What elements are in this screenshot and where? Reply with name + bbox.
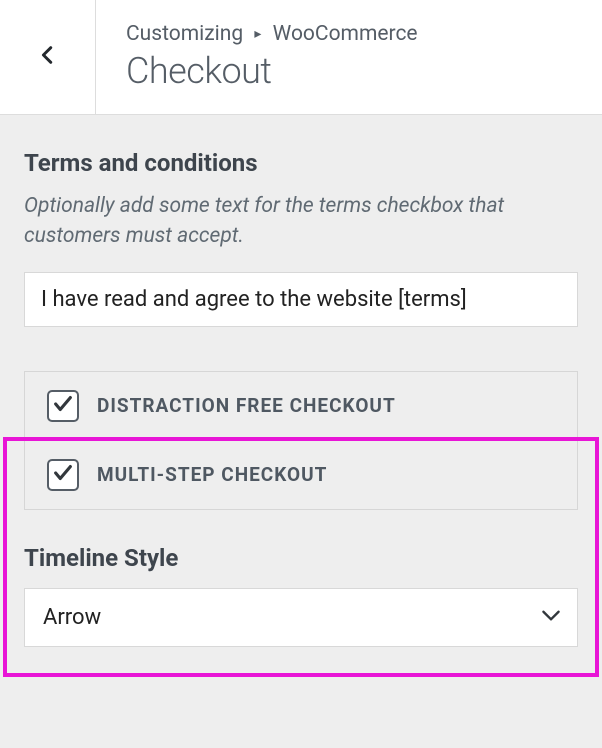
breadcrumb: Customizing ▸ WooCommerce [126,22,418,46]
breadcrumb-prefix: Customizing [126,22,243,46]
multi-step-checkbox[interactable] [47,459,79,491]
check-icon [52,393,74,419]
multi-step-label: MULTI-STEP CHECKOUT [97,463,327,486]
breadcrumb-section: WooCommerce [273,22,418,46]
timeline-style-select[interactable]: Arrow [24,588,578,647]
back-button[interactable] [0,0,96,114]
customizer-content: Terms and conditions Optionally add some… [0,115,602,677]
customizer-header: Customizing ▸ WooCommerce Checkout [0,0,602,115]
timeline-style-select-wrap: Arrow [24,588,578,647]
distraction-free-label: DISTRACTION FREE CHECKOUT [97,394,396,417]
checkout-options-group: DISTRACTION FREE CHECKOUT [24,371,578,441]
timeline-style-label: Timeline Style [24,544,578,572]
multi-step-checkout-option[interactable]: MULTI-STEP CHECKOUT [25,441,577,509]
header-text: Customizing ▸ WooCommerce Checkout [96,0,444,114]
distraction-free-checkbox[interactable] [47,390,79,422]
page-title: Checkout [126,50,418,92]
breadcrumb-separator-icon: ▸ [254,26,261,42]
terms-heading: Terms and conditions [24,149,578,177]
check-icon [52,462,74,488]
terms-description: Optionally add some text for the terms c… [24,191,578,252]
highlight-annotation: MULTI-STEP CHECKOUT Timeline Style Arrow [3,437,599,677]
terms-text-input[interactable] [24,272,578,327]
multi-step-group: MULTI-STEP CHECKOUT [24,441,578,510]
chevron-left-icon [37,44,59,70]
distraction-free-checkout-option[interactable]: DISTRACTION FREE CHECKOUT [25,372,577,440]
